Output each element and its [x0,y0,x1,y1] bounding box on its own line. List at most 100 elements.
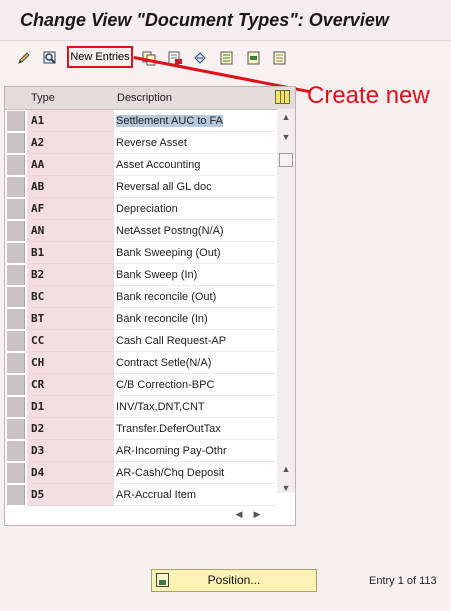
table-row[interactable]: AN NetAsset Postng(N/A) [5,220,295,242]
cell-type[interactable]: A2 [27,132,113,154]
cell-type[interactable]: D5 [27,484,113,506]
table-row[interactable]: CH Contract Setle(N/A) [5,352,295,374]
scroll-right-arrow-icon[interactable]: ▶ [251,508,263,520]
row-selector[interactable] [7,397,25,417]
cell-type[interactable]: D3 [27,440,113,462]
row-selector[interactable] [7,309,25,329]
annotation-label: Create new [307,82,430,109]
table-row[interactable]: A1 Settlement AUC to FA [5,110,295,132]
display-change-icon[interactable] [42,50,58,66]
pencil-icon[interactable] [16,50,32,66]
scroll-left-arrow-icon[interactable]: ◀ [233,508,245,520]
cell-type[interactable]: BC [27,286,113,308]
cell-type[interactable]: D2 [27,418,113,440]
scroll-thumb[interactable] [279,153,293,167]
cell-description[interactable]: Cash Call Request-AP [113,330,275,352]
table-row[interactable]: D5 AR-Accrual Item [5,484,295,506]
column-header-type[interactable]: Type [27,87,113,109]
deselect-all-icon[interactable] [272,50,288,66]
cell-type[interactable]: CC [27,330,113,352]
cell-type[interactable]: B1 [27,242,113,264]
row-selector[interactable] [7,485,25,505]
cell-description[interactable]: NetAsset Postng(N/A) [113,220,275,242]
cell-type[interactable]: AA [27,154,113,176]
title-bar: Change View "Document Types": Overview [0,0,451,41]
cell-description[interactable]: Bank Sweeping (Out) [113,242,275,264]
scroll-page-down-arrow-icon[interactable]: ▼ [280,482,292,494]
table-header: Type Description [5,87,295,110]
table-row[interactable]: D2 Transfer.DeferOutTax [5,418,295,440]
row-selector[interactable] [7,419,25,439]
document-types-table: Type Description A1 Settlement AUC to FA A… [4,86,296,526]
selected-text: Settlement AUC to FA [116,115,223,127]
entry-counter: Entry 1 of 113 [369,575,437,587]
table-row[interactable]: AF Depreciation [5,198,295,220]
cell-description[interactable]: Settlement AUC to FA [113,110,275,132]
cell-description[interactable]: INV/Tax,DNT,CNT [113,396,275,418]
cell-type[interactable]: CR [27,374,113,396]
table-row[interactable]: D1 INV/Tax,DNT,CNT [5,396,295,418]
cell-type[interactable]: D4 [27,462,113,484]
row-selector[interactable] [7,221,25,241]
row-selector[interactable] [7,243,25,263]
cell-description[interactable]: Bank Sweep (In) [113,264,275,286]
table-row[interactable]: B1 Bank Sweeping (Out) [5,242,295,264]
table-row[interactable]: B2 Bank Sweep (In) [5,264,295,286]
scroll-page-up-arrow-icon[interactable]: ▲ [280,463,292,475]
row-selector[interactable] [7,155,25,175]
cell-description[interactable]: Reversal all GL doc [113,176,275,198]
table-row[interactable]: D4 AR-Cash/Chq Deposit [5,462,295,484]
row-selector[interactable] [7,353,25,373]
select-all-icon[interactable] [219,50,235,66]
row-selector[interactable] [7,287,25,307]
column-configuration-icon[interactable] [275,90,290,104]
table-row[interactable]: AB Reversal all GL doc [5,176,295,198]
table-row[interactable]: BC Bank reconcile (Out) [5,286,295,308]
table-row[interactable]: A2 Reverse Asset [5,132,295,154]
cell-type[interactable]: D1 [27,396,113,418]
position-icon [156,573,169,587]
row-selector[interactable] [7,331,25,351]
cell-type[interactable]: CH [27,352,113,374]
row-selector[interactable] [7,463,25,483]
cell-description[interactable]: Reverse Asset [113,132,275,154]
vertical-scrollbar[interactable]: ▲ ▼ ▲ ▼ [277,109,295,493]
row-selector[interactable] [7,265,25,285]
table-row[interactable]: CR C/B Correction-BPC [5,374,295,396]
scroll-down-arrow-icon[interactable]: ▼ [280,131,292,143]
cell-description[interactable]: C/B Correction-BPC [113,374,275,396]
cell-description[interactable]: Bank reconcile (In) [113,308,275,330]
table-row[interactable]: AA Asset Accounting [5,154,295,176]
column-header-description[interactable]: Description [113,87,275,109]
cell-type[interactable]: BT [27,308,113,330]
row-selector[interactable] [7,441,25,461]
table-row[interactable]: D3 AR-Incoming Pay-Othr [5,440,295,462]
cell-type[interactable]: A1 [27,110,113,132]
cell-description[interactable]: Bank reconcile (Out) [113,286,275,308]
cell-description[interactable]: AR-Accrual Item [113,484,275,506]
cell-type[interactable]: B2 [27,264,113,286]
row-selector[interactable] [7,133,25,153]
row-selector[interactable] [7,111,25,131]
row-selector[interactable] [7,375,25,395]
row-selector[interactable] [7,199,25,219]
cell-description[interactable]: AR-Incoming Pay-Othr [113,440,275,462]
position-button-label: Position... [207,573,261,587]
table-row[interactable]: BT Bank reconcile (In) [5,308,295,330]
cell-type[interactable]: AB [27,176,113,198]
new-entries-button[interactable]: New Entries [67,46,133,68]
scroll-up-arrow-icon[interactable]: ▲ [280,111,292,123]
position-button[interactable]: Position... [151,569,317,592]
table-row[interactable]: CC Cash Call Request-AP [5,330,295,352]
cell-description[interactable]: AR-Cash/Chq Deposit [113,462,275,484]
cell-description[interactable]: Transfer.DeferOutTax [113,418,275,440]
undo-icon[interactable] [192,50,208,66]
horizontal-scrollbar[interactable]: ◀ ▶ [115,507,275,521]
cell-type[interactable]: AN [27,220,113,242]
cell-description[interactable]: Depreciation [113,198,275,220]
row-selector[interactable] [7,177,25,197]
select-block-icon[interactable] [246,50,262,66]
cell-description[interactable]: Contract Setle(N/A) [113,352,275,374]
cell-description[interactable]: Asset Accounting [113,154,275,176]
cell-type[interactable]: AF [27,198,113,220]
